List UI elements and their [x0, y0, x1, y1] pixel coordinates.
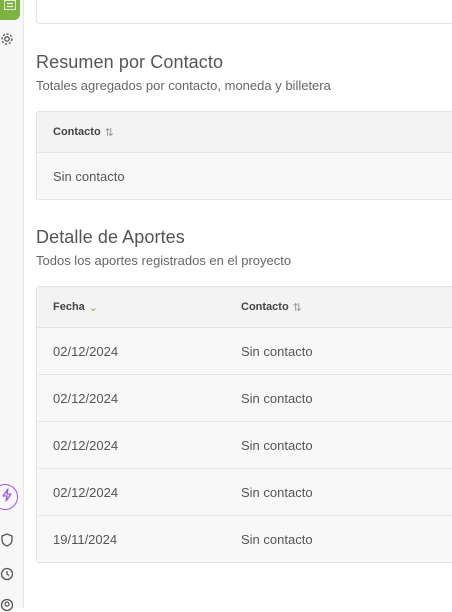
- cell-fecha: 02/12/2024: [53, 343, 119, 359]
- sidebar-item-list[interactable]: [0, 0, 20, 20]
- cell-contacto: Sin contacto: [241, 343, 313, 359]
- table-row[interactable]: 02/12/2024 Sin contacto: [37, 469, 452, 516]
- sort-icon[interactable]: ⇅: [293, 301, 302, 314]
- chevron-down-icon[interactable]: ⌄: [89, 301, 98, 314]
- column-header-contacto[interactable]: Contacto ⇅: [53, 112, 114, 152]
- cell-contacto: Sin contacto: [241, 531, 313, 547]
- sidebar-item-history[interactable]: [0, 567, 14, 581]
- sidebar-item-automation[interactable]: [0, 484, 18, 510]
- column-header-contacto[interactable]: Contacto ⇅: [241, 287, 302, 327]
- sidebar-item-security[interactable]: [0, 533, 14, 547]
- cell-fecha: 19/11/2024: [53, 531, 118, 547]
- top-card: [36, 0, 452, 24]
- column-header-fecha[interactable]: Fecha ⌄: [53, 287, 98, 327]
- sort-icon[interactable]: ⇅: [105, 126, 114, 139]
- cell-fecha: 02/12/2024: [53, 390, 119, 406]
- table-row[interactable]: 02/12/2024 Sin contacto: [37, 375, 452, 422]
- detail-title: Detalle de Aportes: [36, 227, 185, 247]
- lightning-icon: [1, 487, 13, 507]
- cell-contacto: Sin contacto: [53, 168, 125, 184]
- sidebar-item-user[interactable]: [0, 598, 14, 612]
- summary-table-header: Contacto ⇅: [37, 112, 452, 153]
- summary-title: Resumen por Contacto: [36, 52, 224, 72]
- detail-subtitle: Todos los aportes registrados en el proy…: [36, 253, 292, 268]
- table-row[interactable]: Sin contacto: [37, 153, 452, 199]
- cell-contacto: Sin contacto: [241, 390, 313, 406]
- cell-contacto: Sin contacto: [241, 484, 313, 500]
- cell-fecha: 02/12/2024: [53, 484, 119, 500]
- sidebar-item-settings[interactable]: [0, 32, 14, 46]
- summary-subtitle: Totales agregados por contacto, moneda y…: [36, 78, 331, 93]
- cell-fecha: 02/12/2024: [53, 437, 119, 453]
- sidebar: [0, 0, 24, 612]
- detail-table: Fecha ⌄ Contacto ⇅ 02/12/2024 Sin contac…: [36, 286, 452, 563]
- history-icon: [0, 567, 14, 581]
- table-row[interactable]: 19/11/2024 Sin contacto: [37, 516, 452, 562]
- cell-contacto: Sin contacto: [241, 437, 313, 453]
- main-content: Resumen por Contacto Totales agregados p…: [36, 0, 452, 608]
- table-row[interactable]: 02/12/2024 Sin contacto: [37, 328, 452, 375]
- table-row[interactable]: 02/12/2024 Sin contacto: [37, 422, 452, 469]
- summary-table: Contacto ⇅ Sin contacto: [36, 111, 452, 200]
- shield-icon: [0, 533, 14, 547]
- user-icon: [0, 598, 14, 612]
- list-icon: [3, 0, 17, 15]
- detail-table-header: Fecha ⌄ Contacto ⇅: [37, 287, 452, 328]
- gear-icon: [0, 32, 14, 46]
